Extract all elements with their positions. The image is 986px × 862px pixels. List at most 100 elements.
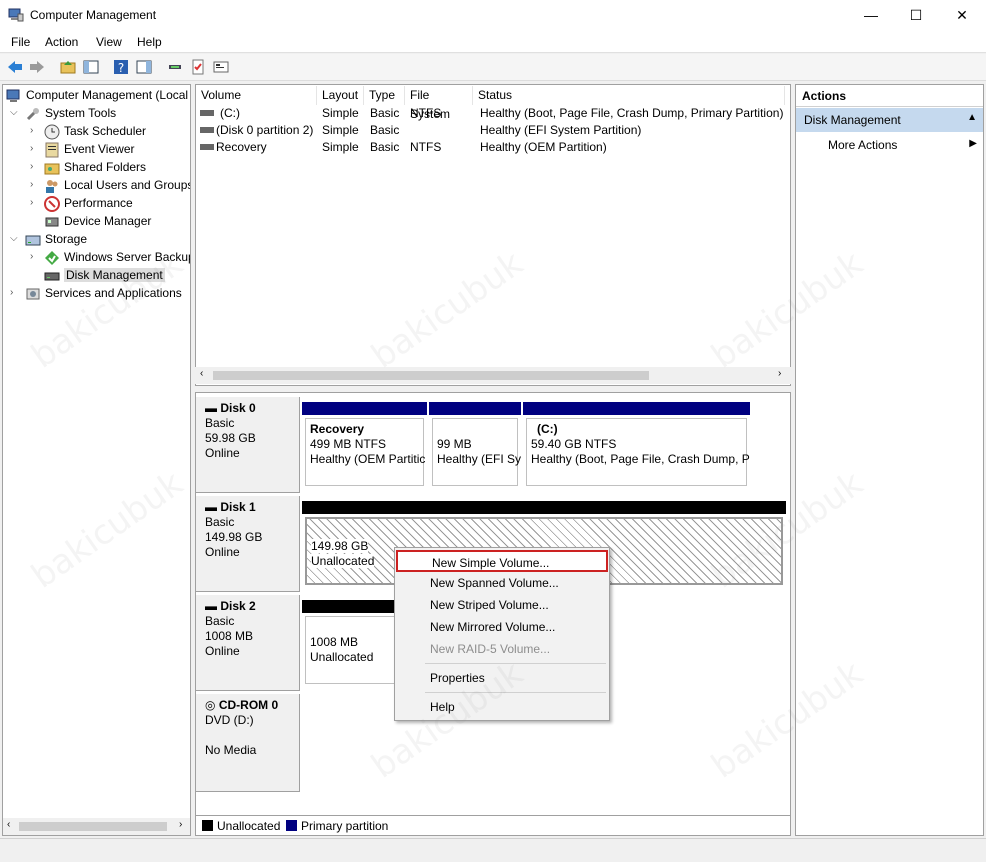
tree-item-system-tools[interactable]: System Tools <box>25 104 116 122</box>
tree-item-disk-management[interactable]: Disk Management <box>44 266 165 284</box>
maximize-button[interactable]: ☐ <box>893 0 939 31</box>
disk-type: DVD (D:) <box>205 713 254 727</box>
window-title: Computer Management <box>30 8 157 22</box>
tree-item-event-viewer[interactable]: Event Viewer <box>44 140 134 158</box>
legend: Unallocated Primary partition <box>195 816 791 836</box>
menu-item-new-spanned-volume[interactable]: New Spanned Volume... <box>396 572 608 594</box>
scroll-left-icon[interactable]: ‹ <box>200 368 203 379</box>
table-cell: Recovery <box>216 140 267 154</box>
unallocated-bar <box>302 501 786 514</box>
partition-efi[interactable]: 99 MB Healthy (EFI Sy <box>429 402 521 489</box>
checklist-icon[interactable] <box>189 58 207 76</box>
disk-size: 59.98 GB <box>205 431 256 445</box>
tree-item-windows-server-backup[interactable]: Windows Server Backup <box>44 248 190 266</box>
column-header-file-system[interactable]: File System <box>405 86 473 121</box>
tree-label: Task Scheduler <box>64 124 147 138</box>
disk-size: 149.98 GB <box>205 530 263 544</box>
menu-item-new-striped-volume[interactable]: New Striped Volume... <box>396 594 608 616</box>
menu-file[interactable]: File <box>11 35 30 49</box>
up-folder-icon[interactable] <box>59 58 77 76</box>
chevron-down-icon[interactable]: ⌵ <box>10 230 18 248</box>
cdrom-icon: ◎ <box>205 698 216 712</box>
menu-item-properties[interactable]: Properties <box>396 667 608 689</box>
chevron-right-icon[interactable]: › <box>30 176 33 194</box>
connect-icon[interactable] <box>166 58 184 76</box>
chevron-right-icon[interactable]: › <box>30 158 33 176</box>
forward-arrow-icon[interactable] <box>28 58 46 76</box>
minimize-button[interactable]: — <box>848 0 894 31</box>
table-cell: Basic <box>370 106 400 120</box>
tree-item-task-scheduler[interactable]: Task Scheduler <box>44 122 146 140</box>
tree-item-performance[interactable]: Performance <box>44 194 133 212</box>
partition-name: Recovery <box>310 422 365 436</box>
chevron-down-icon[interactable]: ⌵ <box>10 104 18 122</box>
column-header-volume[interactable]: Volume <box>196 86 317 105</box>
actions-section-disk-management[interactable]: Disk Management ▲ <box>796 108 983 132</box>
column-header-layout[interactable]: Layout <box>317 86 364 105</box>
legend-primary: Primary partition <box>286 819 388 833</box>
menu-help[interactable]: Help <box>137 35 162 49</box>
svg-text:?: ? <box>118 61 124 75</box>
menu-item-new-simple-volume[interactable]: New Simple Volume... <box>396 550 608 572</box>
table-row[interactable]: (Disk 0 partition 2) Simple Basic Health… <box>196 122 790 139</box>
menu-item-help[interactable]: Help <box>396 696 608 718</box>
menu-separator <box>425 663 606 664</box>
table-cell: Healthy (Boot, Page File, Crash Dump, Pr… <box>480 106 784 120</box>
table-row[interactable]: Recovery Simple Basic NTFS Healthy (OEM … <box>196 139 790 156</box>
menu-item-new-mirrored-volume[interactable]: New Mirrored Volume... <box>396 616 608 638</box>
title-bar: Computer Management — ☐ ✕ <box>0 0 986 31</box>
show-hide-action-pane-icon[interactable] <box>135 58 153 76</box>
more-actions-label: More Actions <box>828 138 898 152</box>
scroll-left-icon[interactable]: ‹ <box>7 819 10 830</box>
tree-item-local-users[interactable]: Local Users and Groups <box>44 176 191 194</box>
cdrom-0-label[interactable]: ◎ CD-ROM 0 DVD (D:) No Media <box>196 694 300 792</box>
table-cell: Healthy (EFI System Partition) <box>480 123 642 137</box>
scroll-right-icon[interactable]: › <box>778 368 781 379</box>
tree-item-computer-management[interactable]: Computer Management (Local <box>6 86 188 104</box>
clock-icon <box>44 124 60 140</box>
chevron-right-icon[interactable]: › <box>30 140 33 158</box>
column-header-type[interactable]: Type <box>364 86 405 105</box>
properties-icon[interactable] <box>212 58 230 76</box>
scroll-right-icon[interactable]: › <box>179 819 182 830</box>
tree-label: Local Users and Groups <box>64 178 191 192</box>
tree-item-device-manager[interactable]: Device Manager <box>44 212 151 230</box>
back-arrow-icon[interactable] <box>6 58 24 76</box>
disk-2-label[interactable]: ▬ Disk 2 Basic 1008 MB Online <box>196 595 300 691</box>
volume-list: Volume Layout Type File System Status (C… <box>195 84 791 386</box>
disk-icon: ▬ <box>205 500 217 514</box>
show-hide-tree-icon[interactable] <box>82 58 100 76</box>
partition-recovery[interactable]: Recovery 499 MB NTFS Healthy (OEM Partit… <box>302 402 427 489</box>
chevron-right-icon[interactable]: › <box>30 248 33 266</box>
column-header-status[interactable]: Status <box>473 86 785 105</box>
menu-action[interactable]: Action <box>45 35 78 49</box>
tree-label: Disk Management <box>64 268 165 282</box>
primary-swatch <box>286 820 297 831</box>
actions-header: Actions <box>796 85 983 107</box>
scrollbar-thumb[interactable] <box>213 371 649 380</box>
table-cell: NTFS <box>410 140 442 154</box>
table-row[interactable]: (C:) Simple Basic NTFS Healthy (Boot, Pa… <box>196 105 790 122</box>
status-bar <box>0 838 986 862</box>
chevron-right-icon[interactable]: › <box>10 284 13 302</box>
tree-horizontal-scrollbar[interactable]: ‹ › <box>3 818 190 835</box>
tree-item-storage[interactable]: Storage <box>25 230 87 248</box>
chevron-right-icon[interactable]: › <box>30 194 33 212</box>
chevron-right-icon[interactable]: › <box>30 122 33 140</box>
more-actions-item[interactable]: More Actions ▶ <box>796 134 983 156</box>
help-icon[interactable]: ? <box>112 58 130 76</box>
collapse-up-icon[interactable]: ▲ <box>967 112 977 123</box>
partition-c[interactable]: (C:) 59.40 GB NTFS Healthy (Boot, Page F… <box>523 402 750 489</box>
partition-status: Unallocated <box>311 554 375 568</box>
scrollbar-thumb[interactable] <box>19 822 167 831</box>
volume-icon <box>200 144 214 150</box>
disk-0-label[interactable]: ▬ Disk 0 Basic 59.98 GB Online <box>196 397 300 493</box>
menu-view[interactable]: View <box>96 35 122 49</box>
table-cell: (C:) <box>220 106 240 120</box>
tree-item-shared-folders[interactable]: Shared Folders <box>44 158 146 176</box>
volume-list-horizontal-scrollbar[interactable]: ‹ › <box>195 367 791 384</box>
disk-1-label[interactable]: ▬ Disk 1 Basic 149.98 GB Online <box>196 496 300 592</box>
tools-icon <box>26 107 39 120</box>
close-button[interactable]: ✕ <box>939 0 985 31</box>
tree-item-services-applications[interactable]: Services and Applications <box>25 284 182 302</box>
